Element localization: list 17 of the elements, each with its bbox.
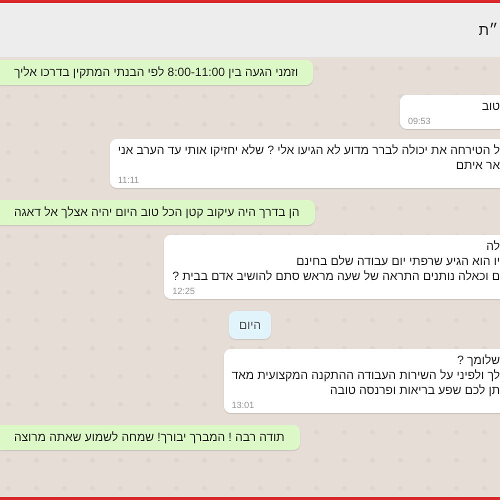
- message-time: 09:53: [408, 115, 432, 127]
- message-text: לה: [485, 239, 500, 254]
- message-text: ם וכאלה נותנים התראה של שעה מראש סתם להושיב אדם בבית ?: [172, 269, 500, 284]
- message-time: 13:01: [232, 399, 256, 411]
- message-time: 11:11: [118, 174, 140, 186]
- message-text: תודה רבה ! המברך יבורך! שמחה לשמוע שאתה מרוצה: [14, 430, 285, 445]
- message-text: טוב: [480, 99, 500, 114]
- message-text: יו הוא הגיע שרפתי יום עבודה שלם בחינם: [295, 254, 500, 269]
- message-text: שלומך ?: [456, 353, 500, 368]
- message-text: הן בדרך היה עיקוב קטן הכל טוב היום יהיה אצלך אל דאגה: [14, 205, 300, 220]
- message-text: ל הטירחה את יכולה לברר מדוע לא הגיעו אלי ? שלא יחזיקו אותי עד הערב אני: [118, 143, 500, 158]
- chat-title: ״ת: [478, 22, 498, 38]
- message-time: 12:25: [172, 285, 196, 297]
- message-text: תן לכם שפע בריאות ופרנסה טובה: [329, 383, 500, 398]
- message-text: לך ולפיני על השירות העבודה ההתקנה המקצועית מאד: [232, 368, 500, 383]
- message-text: אר איתם: [454, 158, 500, 173]
- message-text: וזמני הגעה בין 8:00-11:00 לפי הבנתי המתקין בדרכו אליך: [14, 65, 298, 80]
